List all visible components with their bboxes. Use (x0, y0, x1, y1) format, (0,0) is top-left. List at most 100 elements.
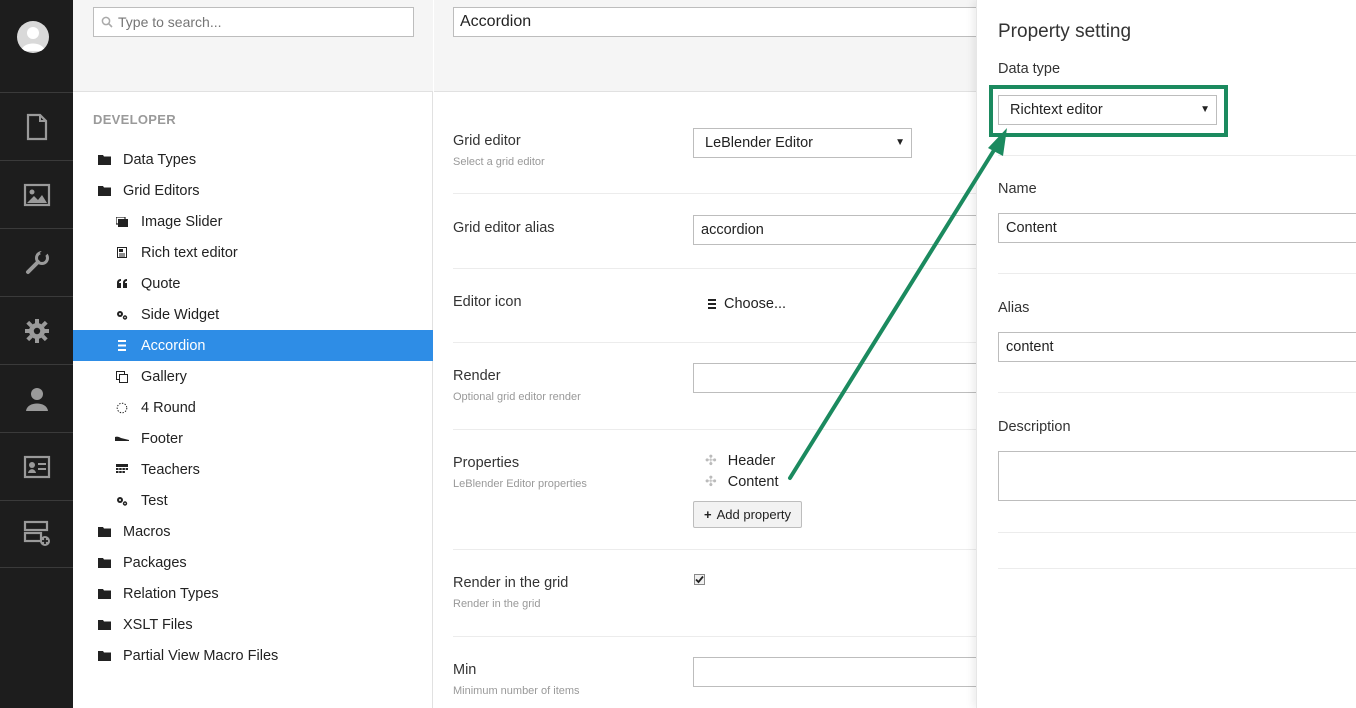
alias-input[interactable]: accordion (693, 215, 994, 245)
tree-item-partial-view-macro-files[interactable]: Partial View Macro Files (73, 640, 433, 671)
circle-dotted-icon (115, 401, 129, 415)
property-name: Content (727, 473, 779, 490)
tree-search-input[interactable] (118, 14, 398, 30)
gallery-icon (115, 370, 129, 384)
icon-label: Editor icon (453, 294, 522, 310)
tree-item-label: Data Types (123, 151, 197, 168)
tree-panel: DEVELOPER Data Types Grid Editors Image Sl… (73, 0, 433, 708)
footer-icon (115, 432, 129, 446)
divider (998, 273, 1356, 274)
section-rail (0, 0, 73, 708)
folder-icon (97, 649, 111, 663)
grid-editor-row: Grid editor Select a grid editor LeBlend… (453, 120, 994, 194)
developer-gear-icon[interactable] (0, 296, 73, 364)
min-input[interactable] (693, 657, 994, 687)
move-icon[interactable]: ✣ (705, 473, 717, 490)
render-label: Render (453, 368, 501, 384)
tree-item-footer[interactable]: Footer (73, 423, 433, 454)
property-item-header[interactable]: ✣ Header (705, 452, 775, 469)
forms-section-icon[interactable] (0, 500, 73, 568)
quote-icon (115, 277, 129, 291)
caret-down-icon: ▼ (895, 137, 905, 148)
choose-icon-label: Choose... (724, 296, 787, 312)
folder-icon (97, 556, 111, 570)
tree-item-label: Relation Types (123, 585, 219, 602)
description-label: Description (998, 419, 1071, 435)
settings-wrench-icon[interactable] (0, 228, 73, 296)
search-icon (101, 16, 113, 28)
tree-item-accordion[interactable]: Accordion (73, 330, 433, 361)
render-grid-label: Render in the grid (453, 575, 569, 591)
folder-icon (97, 184, 111, 198)
tree-item-label: Test (141, 492, 168, 509)
tree-item-rich-text-editor[interactable]: Rich text editor (73, 237, 433, 268)
tree-item-test[interactable]: Test (73, 485, 433, 516)
tree-item-xslt-files[interactable]: XSLT Files (73, 609, 433, 640)
tree-search-box[interactable] (93, 7, 414, 37)
tree-item-relation-types[interactable]: Relation Types (73, 578, 433, 609)
description-textarea[interactable] (998, 451, 1356, 501)
min-row: Min Minimum number of items (453, 637, 994, 708)
tree-item-packages[interactable]: Packages (73, 547, 433, 578)
panel-title: Property setting (998, 21, 1132, 42)
cogs-icon (115, 494, 129, 508)
members-section-icon[interactable] (0, 432, 73, 500)
tree-item-label: Footer (141, 430, 183, 447)
tree-item-data-types[interactable]: Data Types (73, 144, 433, 175)
properties-row: Properties LeBlender Editor properties ✣… (453, 430, 994, 550)
app-root: DEVELOPER Data Types Grid Editors Image Sl… (0, 0, 1356, 708)
property-item-content[interactable]: ✣ Content (705, 473, 779, 490)
properties-label: Properties (453, 455, 520, 471)
users-section-icon[interactable] (0, 364, 73, 432)
render-input[interactable] (693, 363, 994, 393)
check-icon (695, 575, 704, 584)
alias-label: Alias (998, 300, 1030, 316)
calendar-icon (115, 463, 129, 477)
editor-name-input[interactable]: Accordion (453, 7, 1013, 37)
render-grid-checkbox[interactable] (694, 574, 705, 585)
tree-item-quote[interactable]: Quote (73, 268, 433, 299)
plus-icon: + (704, 507, 712, 522)
tree-header (73, 0, 433, 92)
render-sub: Optional grid editor render (453, 391, 581, 403)
tree-item-label: Teachers (141, 461, 200, 478)
folder-icon (97, 525, 111, 539)
tree-item-label: 4 Round (141, 399, 196, 416)
tree-item-gallery[interactable]: Gallery (73, 361, 433, 392)
property-name: Header (727, 452, 776, 469)
divider (998, 392, 1356, 393)
divider (998, 532, 1356, 533)
tree-item-label: Quote (141, 275, 181, 292)
alias-input[interactable]: content (998, 332, 1356, 362)
add-property-label: Add property (716, 507, 792, 522)
divider (998, 568, 1356, 569)
grid-editor-select[interactable]: LeBlender Editor ▼ (693, 128, 912, 158)
alias-row: Grid editor alias accordion (453, 194, 994, 269)
folder-icon (97, 153, 111, 167)
choose-icon-link[interactable]: Choose... (708, 296, 786, 312)
tree-item-label: Side Widget (141, 306, 220, 323)
tree-item-macros[interactable]: Macros (73, 516, 433, 547)
tree-item-4-round[interactable]: 4 Round (73, 392, 433, 423)
folder-icon (97, 618, 111, 632)
tree-item-label: Accordion (141, 337, 206, 354)
content-section-icon[interactable] (0, 92, 73, 160)
name-input[interactable]: Content (998, 213, 1356, 243)
media-section-icon[interactable] (0, 160, 73, 228)
tree-item-label: Rich text editor (141, 244, 238, 261)
render-grid-row: Render in the grid Render in the grid (453, 550, 994, 637)
tree-item-side-widget[interactable]: Side Widget (73, 299, 433, 330)
tree-item-grid-editors[interactable]: Grid Editors (73, 175, 433, 206)
add-property-button[interactable]: + Add property (693, 501, 803, 528)
divider (998, 155, 1356, 156)
list-icon (115, 339, 129, 353)
user-avatar[interactable] (17, 21, 49, 53)
render-row: Render Optional grid editor render (453, 343, 994, 430)
tree-item-label: XSLT Files (123, 616, 193, 633)
tree-item-image-slider[interactable]: Image Slider (73, 206, 433, 237)
tree-item-teachers[interactable]: Teachers (73, 454, 433, 485)
image-slider-icon (115, 215, 129, 229)
alias-label: Grid editor alias (453, 220, 555, 236)
grid-editor-sub: Select a grid editor (453, 156, 545, 168)
move-icon[interactable]: ✣ (705, 452, 717, 469)
